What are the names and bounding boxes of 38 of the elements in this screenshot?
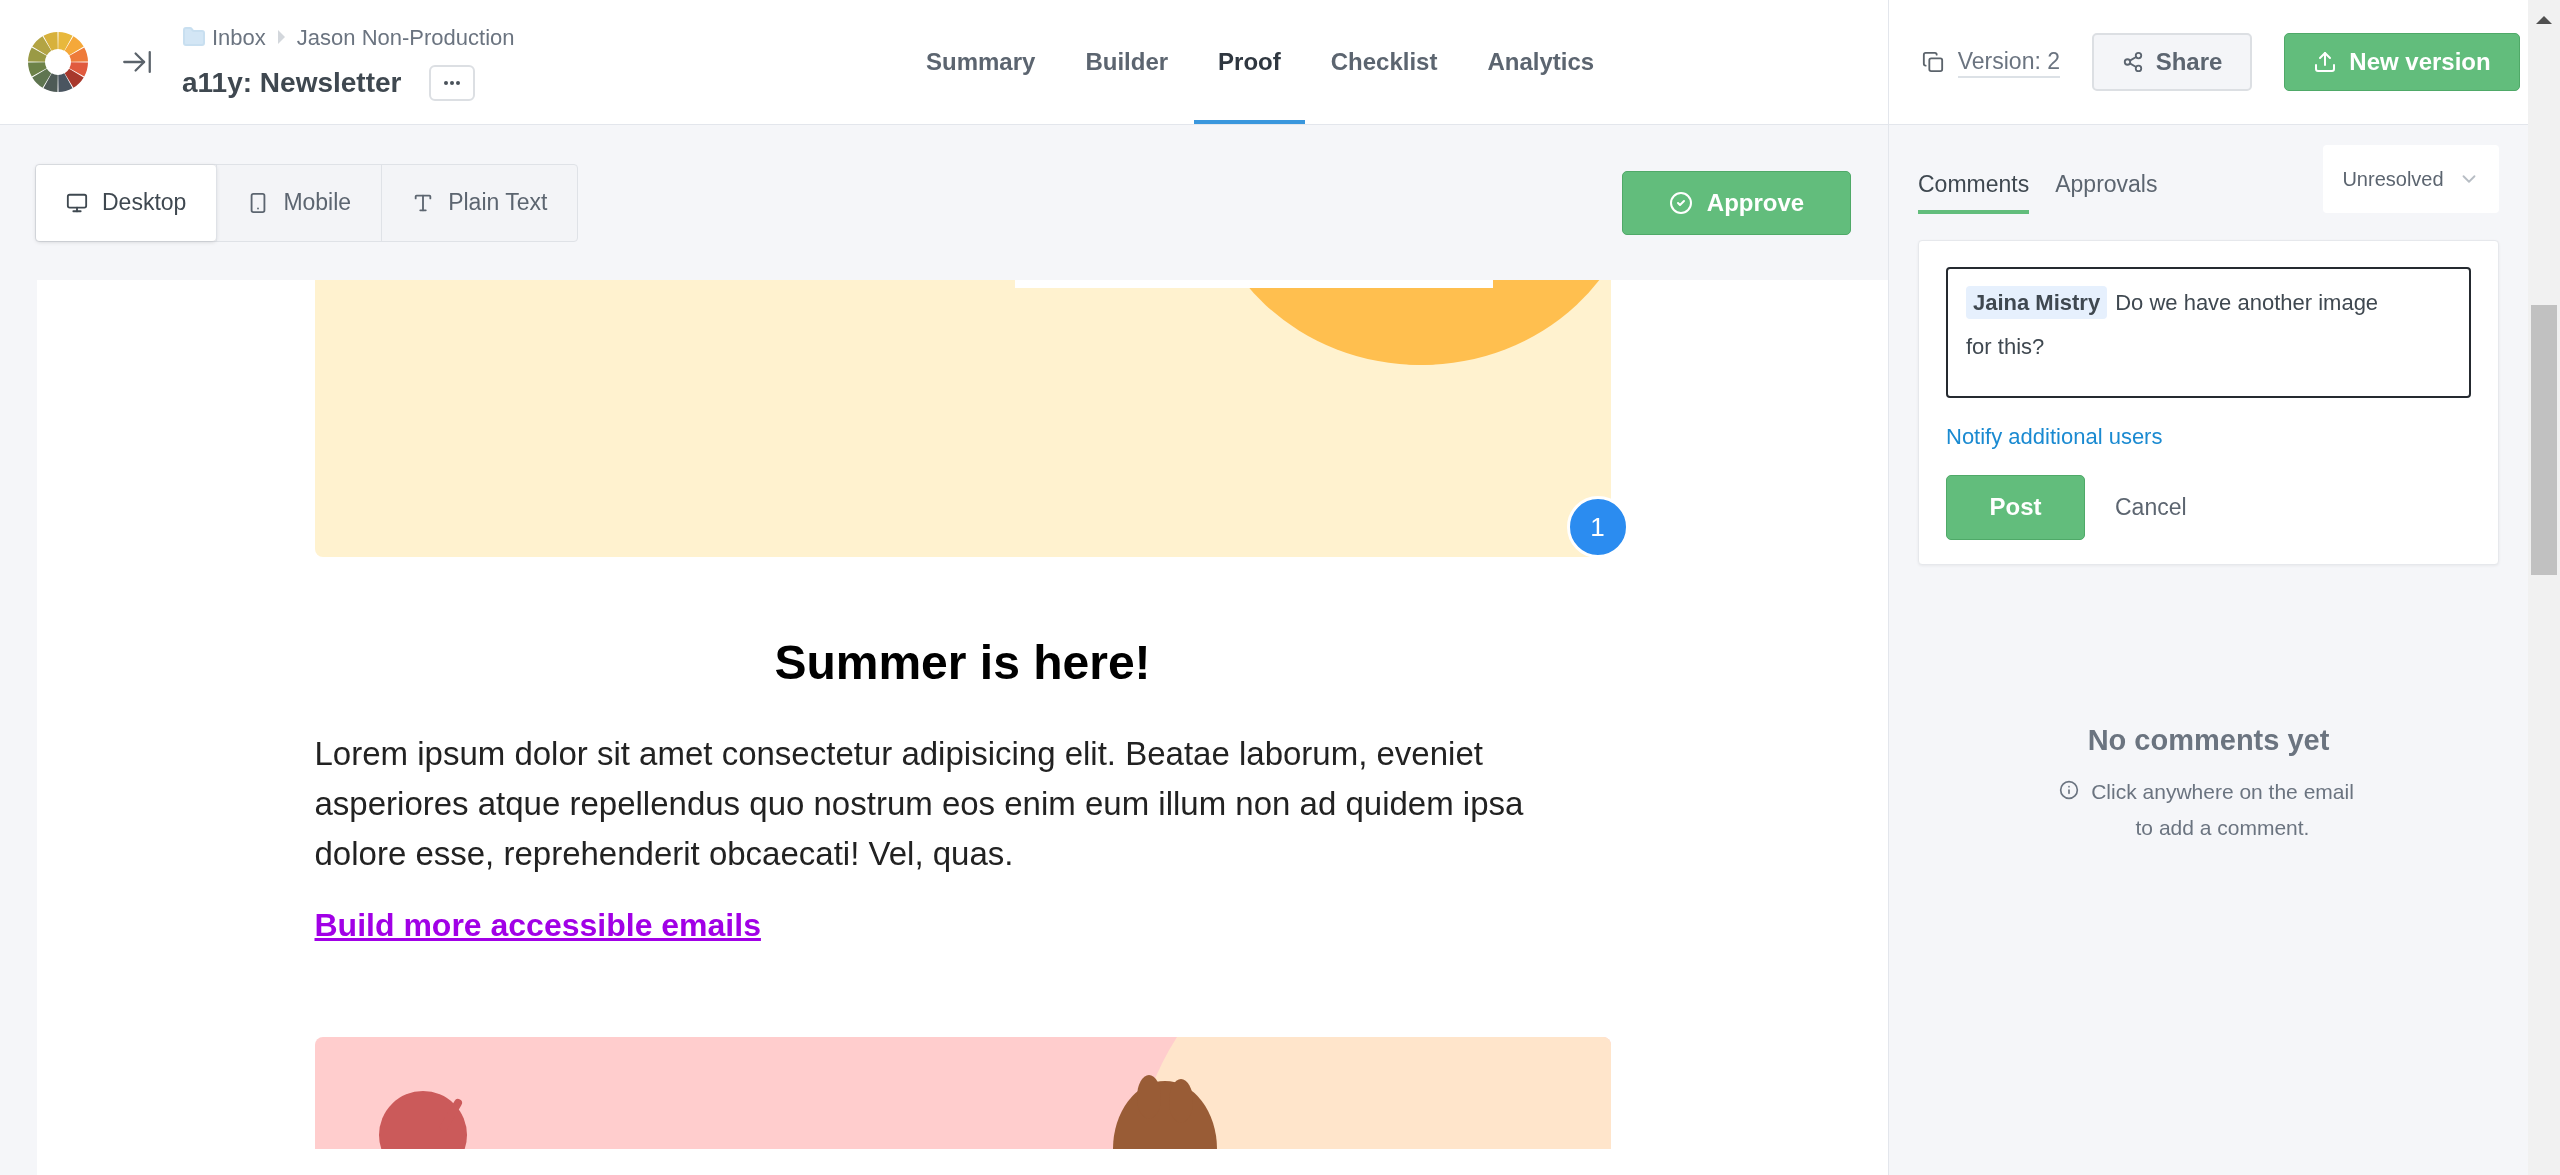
campaign-title: a11y: Newsletter bbox=[182, 65, 402, 100]
nav-tab[interactable]: Analytics bbox=[1463, 0, 1619, 124]
email-body: Lorem ipsum dolor sit amet consectetur adipisicing elit. Beatae laborum, eveniet asperiores atque repellendus quo nostrum eos enim eum illum non ad quidem ipsa dolore esse, reprehenderit obcaecati! Vel, quas. bbox=[314, 734, 1525, 874]
sidebar-tab[interactable]: Comments bbox=[1918, 167, 2030, 214]
check-circle-icon bbox=[1668, 190, 1693, 215]
info-icon bbox=[2058, 780, 2079, 800]
copy-icon bbox=[1921, 51, 1944, 73]
share-icon bbox=[2121, 51, 2144, 73]
email-link[interactable]: Build more accessible emails bbox=[314, 901, 761, 949]
breadcrumb-link[interactable]: Jason Non-Production bbox=[296, 20, 515, 54]
empty-state-title: No comments yet bbox=[2087, 722, 2330, 758]
notify-link[interactable]: Notify additional users bbox=[1946, 419, 2163, 453]
more-button[interactable] bbox=[429, 64, 476, 101]
scrollbar[interactable] bbox=[2528, 0, 2560, 1175]
comment-field[interactable]: Jaina Mistry Do we have another image for this? bbox=[1946, 266, 2471, 398]
nav-tab[interactable]: Checklist bbox=[1306, 0, 1462, 124]
filter-dropdown[interactable]: Unresolved bbox=[2323, 145, 2499, 213]
scroll-thumb[interactable] bbox=[2531, 305, 2557, 575]
nav-tab[interactable]: Summary bbox=[902, 0, 1060, 124]
nav-tab[interactable]: Builder bbox=[1061, 0, 1193, 124]
empty-state-hint: Click anywhere on the email to add a comment. bbox=[2090, 779, 2355, 841]
logo-icon bbox=[28, 32, 88, 92]
more-icon bbox=[444, 80, 461, 85]
view-tab[interactable]: Desktop bbox=[36, 164, 217, 241]
chevron-icon bbox=[277, 30, 285, 44]
scroll-up-icon[interactable] bbox=[2536, 16, 2552, 24]
version-link[interactable]: Version: 2 bbox=[1957, 46, 2060, 78]
sidebar-tab[interactable]: Approvals bbox=[2055, 167, 2158, 214]
upload-icon bbox=[2313, 50, 2338, 74]
folder-icon bbox=[182, 25, 206, 49]
email-heading: Summer is here! bbox=[773, 635, 1152, 691]
share-button[interactable]: Share bbox=[2092, 33, 2252, 91]
comment-text: Jaina Mistry Do we have another image for this? bbox=[1966, 280, 2409, 369]
breadcrumb-link[interactable]: Inbox bbox=[212, 20, 266, 54]
cancel-button[interactable]: Cancel bbox=[2115, 489, 2187, 525]
monitor-icon bbox=[66, 191, 88, 214]
view-tab[interactable]: Mobile bbox=[216, 164, 382, 241]
view-tab[interactable]: Plain Text bbox=[381, 164, 578, 241]
